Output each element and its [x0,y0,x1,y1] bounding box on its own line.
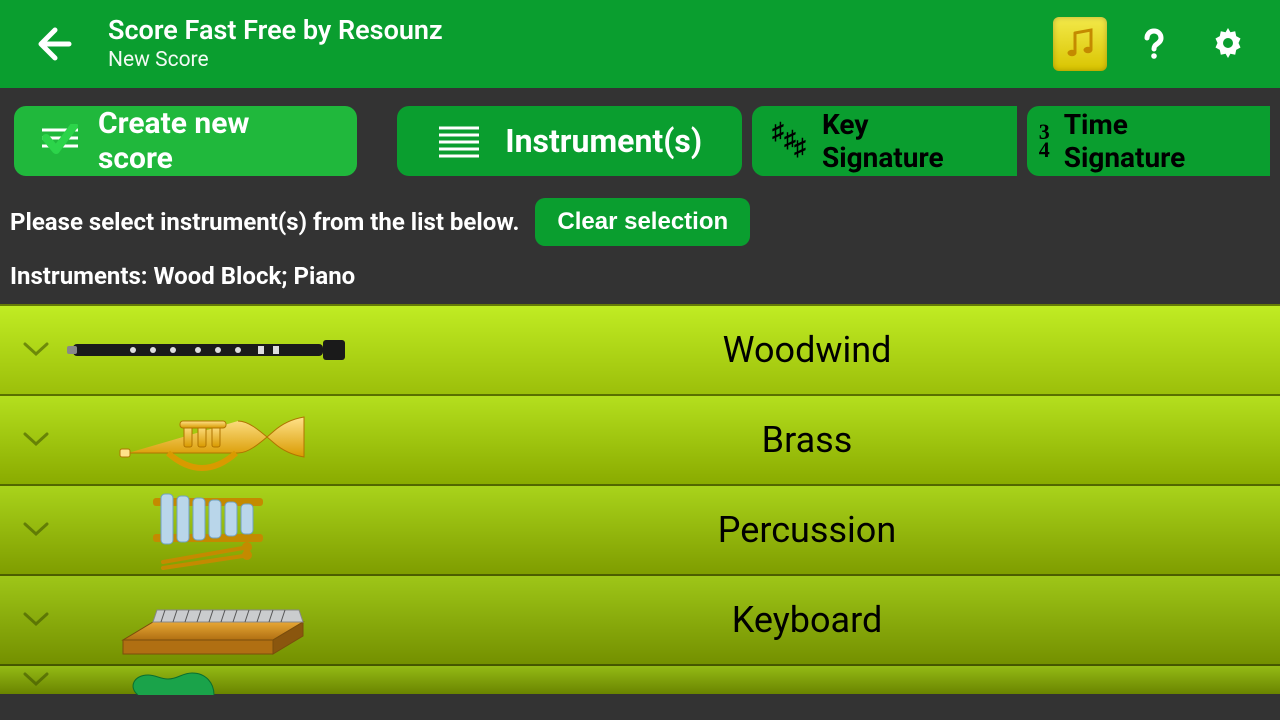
clarinet-icon [58,311,358,389]
gear-icon [1209,25,1247,63]
music-note-icon [1053,17,1107,71]
chevron-down-icon [14,342,58,358]
back-button[interactable] [18,24,88,64]
tab-create-label: Create new score [98,106,331,176]
guitar-icon [58,641,358,719]
category-brass[interactable]: Brass [0,394,1280,484]
instruction-text: Please select instrument(s) from the lis… [10,208,519,236]
chevron-down-icon [14,612,58,628]
app-toolbar: Score Fast Free by Resounz New Score [0,0,1280,88]
tab-key-label: Key Signature [822,108,997,174]
step-tabs: Create new score Instrument(s) ♯ ♯ ♯ Key… [0,88,1280,176]
help-icon [1136,26,1172,62]
key-signature-icon: ♯ ♯ ♯ [772,121,810,161]
time-signature-icon: 3 4 [1039,123,1050,159]
help-button[interactable] [1124,14,1184,74]
chevron-down-icon [14,522,58,538]
chevron-down-icon [14,672,58,688]
tab-instruments[interactable]: Instrument(s) [397,106,742,176]
staff-lines-icon [437,124,481,158]
app-title: Score Fast Free by Resounz [108,16,443,46]
xylophone-icon [58,491,358,569]
category-percussion[interactable]: Percussion [0,484,1280,574]
app-subtitle: New Score [108,48,443,72]
category-partial[interactable] [0,664,1280,694]
category-label: Percussion [358,509,1256,551]
tab-create-score[interactable]: Create new score [14,106,357,176]
arrow-left-icon [33,24,73,64]
tab-time-label: Time Signature [1064,108,1256,174]
trumpet-icon [58,401,358,479]
tab-time-signature[interactable]: 3 4 Time Signature [1027,106,1270,176]
tab-instruments-label: Instrument(s) [505,122,702,160]
tab-key-signature[interactable]: ♯ ♯ ♯ Key Signature [752,106,1017,176]
category-label: Brass [358,419,1256,461]
clear-selection-button[interactable]: Clear selection [535,198,750,246]
instruction-row: Please select instrument(s) from the lis… [0,176,1280,252]
chevron-down-icon [14,432,58,448]
category-label: Keyboard [358,599,1256,641]
category-label: Woodwind [358,329,1256,371]
music-note-button[interactable] [1050,14,1110,74]
selected-instruments: Instruments: Wood Block; Piano [0,252,1280,304]
settings-button[interactable] [1198,14,1258,74]
checklist-icon [40,124,80,158]
instrument-category-list: Woodwind Brass [0,304,1280,694]
category-woodwind[interactable]: Woodwind [0,304,1280,394]
